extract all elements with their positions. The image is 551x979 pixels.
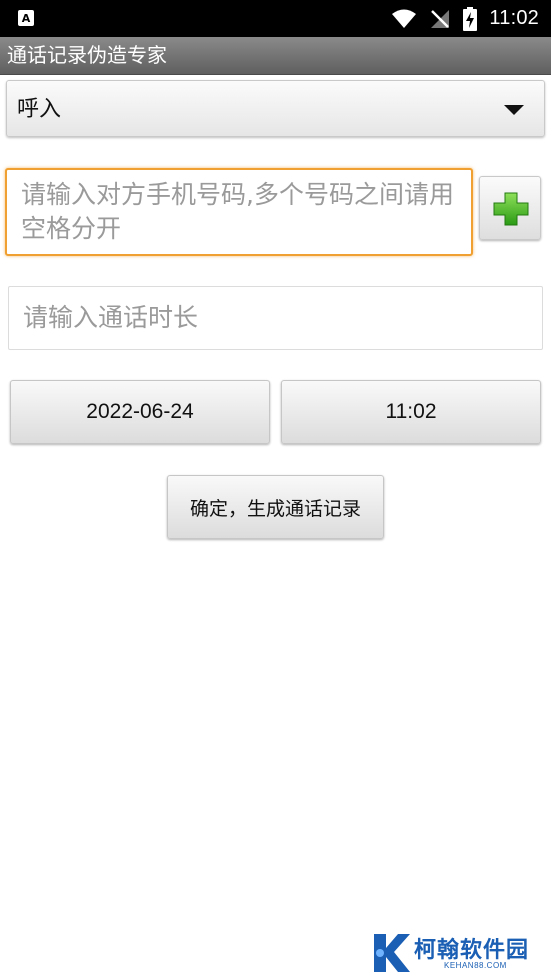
- status-time: 11:02: [489, 7, 539, 29]
- no-signal-icon: [431, 9, 450, 28]
- watermark-url: KEHAN88.COM: [444, 961, 507, 970]
- date-label: 2022-06-24: [86, 400, 194, 423]
- k-logo-icon: [374, 934, 410, 972]
- phone-number-placeholder: 请输入对方手机号码,多个号码之间请用空格分开: [21, 180, 454, 243]
- time-picker-button[interactable]: 11:02: [281, 380, 541, 444]
- date-picker-button[interactable]: 2022-06-24: [10, 380, 270, 444]
- status-bar: A 11:02: [0, 0, 551, 37]
- plus-icon: [493, 192, 529, 226]
- call-type-dropdown[interactable]: 呼入: [6, 80, 545, 137]
- call-duration-input[interactable]: 请输入通话时长: [8, 286, 543, 350]
- dropdown-arrow-icon: [504, 105, 524, 115]
- watermark-logo: 柯翰软件园 KEHAN88.COM: [370, 930, 545, 976]
- time-label: 11:02: [385, 400, 437, 423]
- phone-number-input[interactable]: 请输入对方手机号码,多个号码之间请用空格分开: [5, 168, 473, 256]
- app-bar: 通话记录伪造专家: [0, 37, 551, 75]
- generate-call-log-button[interactable]: 确定，生成通话记录: [167, 475, 384, 539]
- status-icons: 11:02: [391, 0, 539, 37]
- call-duration-placeholder: 请输入通话时长: [23, 303, 199, 332]
- wifi-icon: [392, 9, 417, 28]
- add-number-button[interactable]: [479, 176, 541, 240]
- text-a-icon: A: [18, 10, 34, 26]
- call-type-selected: 呼入: [17, 97, 62, 122]
- battery-charging-icon: [463, 6, 478, 31]
- app-title: 通话记录伪造专家: [7, 43, 167, 67]
- watermark-name: 柯翰软件园: [414, 938, 530, 963]
- confirm-label: 确定，生成通话记录: [189, 497, 361, 520]
